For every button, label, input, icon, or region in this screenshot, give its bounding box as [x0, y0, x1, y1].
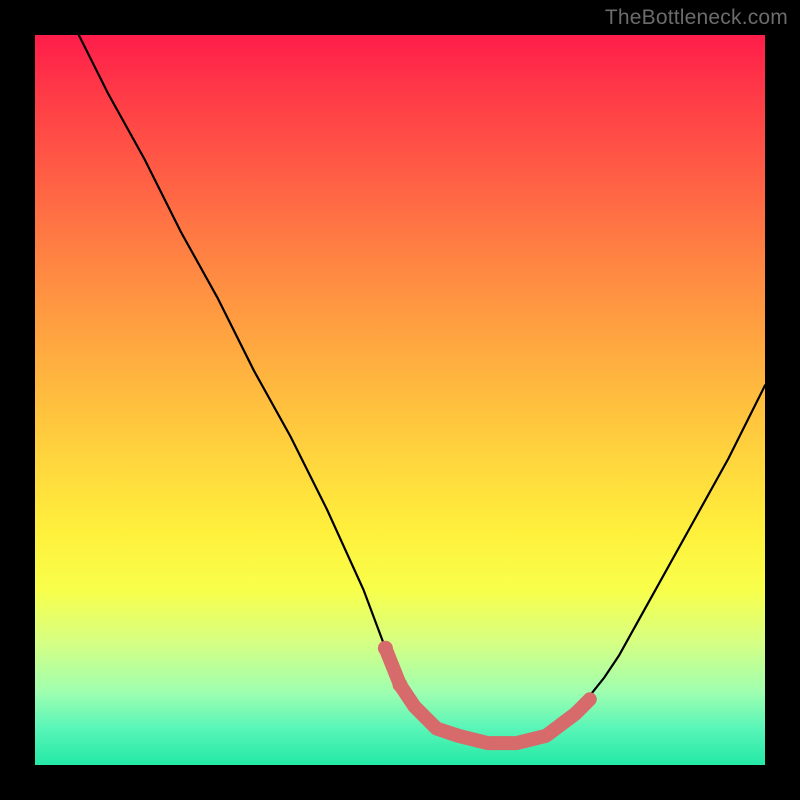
chart-frame: TheBottleneck.com	[0, 0, 800, 800]
highlight-dot	[393, 677, 408, 692]
highlight-segment-path	[385, 648, 589, 743]
curve-layer	[35, 35, 765, 765]
highlight-dot	[378, 641, 393, 656]
bottleneck-curve-path	[79, 35, 765, 743]
watermark-text: TheBottleneck.com	[605, 6, 788, 30]
plot-area	[35, 35, 765, 765]
